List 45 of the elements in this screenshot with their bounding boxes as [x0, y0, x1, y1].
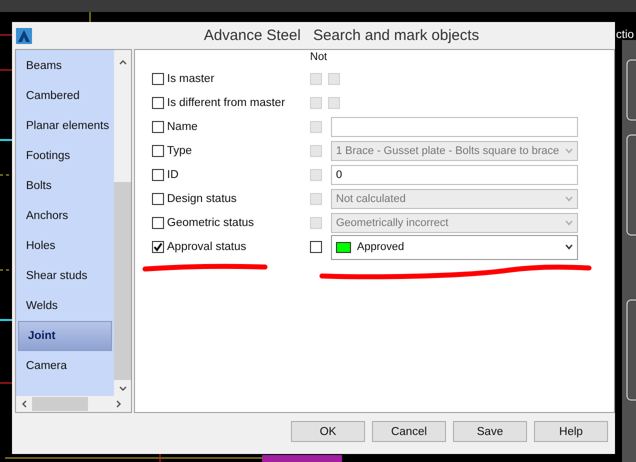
- category-item[interactable]: Beams: [16, 51, 114, 81]
- checkbox-label: Approval status: [167, 241, 246, 253]
- chevron-down-icon[interactable]: [565, 244, 573, 250]
- category-item[interactable]: Anchors: [16, 201, 114, 231]
- checkbox-label: Type: [167, 145, 192, 157]
- checkbox[interactable]: [152, 169, 164, 181]
- category-item[interactable]: Bolts: [16, 171, 114, 201]
- checkbox-label: ID: [167, 169, 178, 181]
- dialog-button[interactable]: Save: [453, 421, 527, 442]
- checkbox[interactable]: [152, 217, 164, 229]
- vertical-scrollbar[interactable]: [114, 50, 131, 396]
- category-item[interactable]: Cambered: [16, 81, 114, 111]
- window-title: Advance Steel Search and mark objects: [202, 27, 480, 44]
- category-item[interactable]: Shear studs: [16, 261, 114, 291]
- checkbox[interactable]: [152, 121, 164, 133]
- category-item[interactable]: Holes: [16, 231, 114, 261]
- scroll-left-icon[interactable]: [22, 400, 26, 408]
- checkbox[interactable]: [152, 145, 164, 157]
- scroll-down-icon[interactable]: [118, 386, 126, 390]
- category-item[interactable]: Welds: [16, 291, 114, 321]
- scroll-right-icon[interactable]: [116, 400, 120, 408]
- category-item[interactable]: Planar elements: [16, 111, 114, 141]
- checkbox[interactable]: [152, 241, 164, 253]
- checkbox[interactable]: [152, 73, 164, 85]
- checkbox-label: Is master: [167, 73, 214, 85]
- checkbox-label: Name: [167, 121, 198, 133]
- checkbox-label: Design status: [167, 193, 237, 205]
- input-field[interactable]: 0: [331, 165, 578, 185]
- checkbox-label: Geometric status: [167, 217, 254, 229]
- dialog-button[interactable]: Cancel: [372, 421, 446, 442]
- app-logo-icon: [16, 28, 32, 44]
- checkbox-label: Is different from master: [167, 97, 286, 109]
- toolbar-label: ctio: [616, 28, 634, 43]
- category-item[interactable]: Footings: [16, 141, 114, 171]
- scroll-up-icon[interactable]: [118, 60, 126, 65]
- column-header: Not: [310, 51, 328, 63]
- input-field[interactable]: [331, 117, 578, 137]
- category-item[interactable]: Joint: [18, 321, 112, 351]
- category-item[interactable]: Camera: [16, 351, 114, 381]
- dialog-button[interactable]: Help: [534, 421, 608, 442]
- dropdown[interactable]: Approved: [331, 234, 578, 260]
- not-checkbox[interactable]: [310, 241, 322, 253]
- dialog-button[interactable]: OK: [291, 421, 365, 442]
- checkbox[interactable]: [152, 193, 164, 205]
- checkbox[interactable]: [152, 97, 164, 109]
